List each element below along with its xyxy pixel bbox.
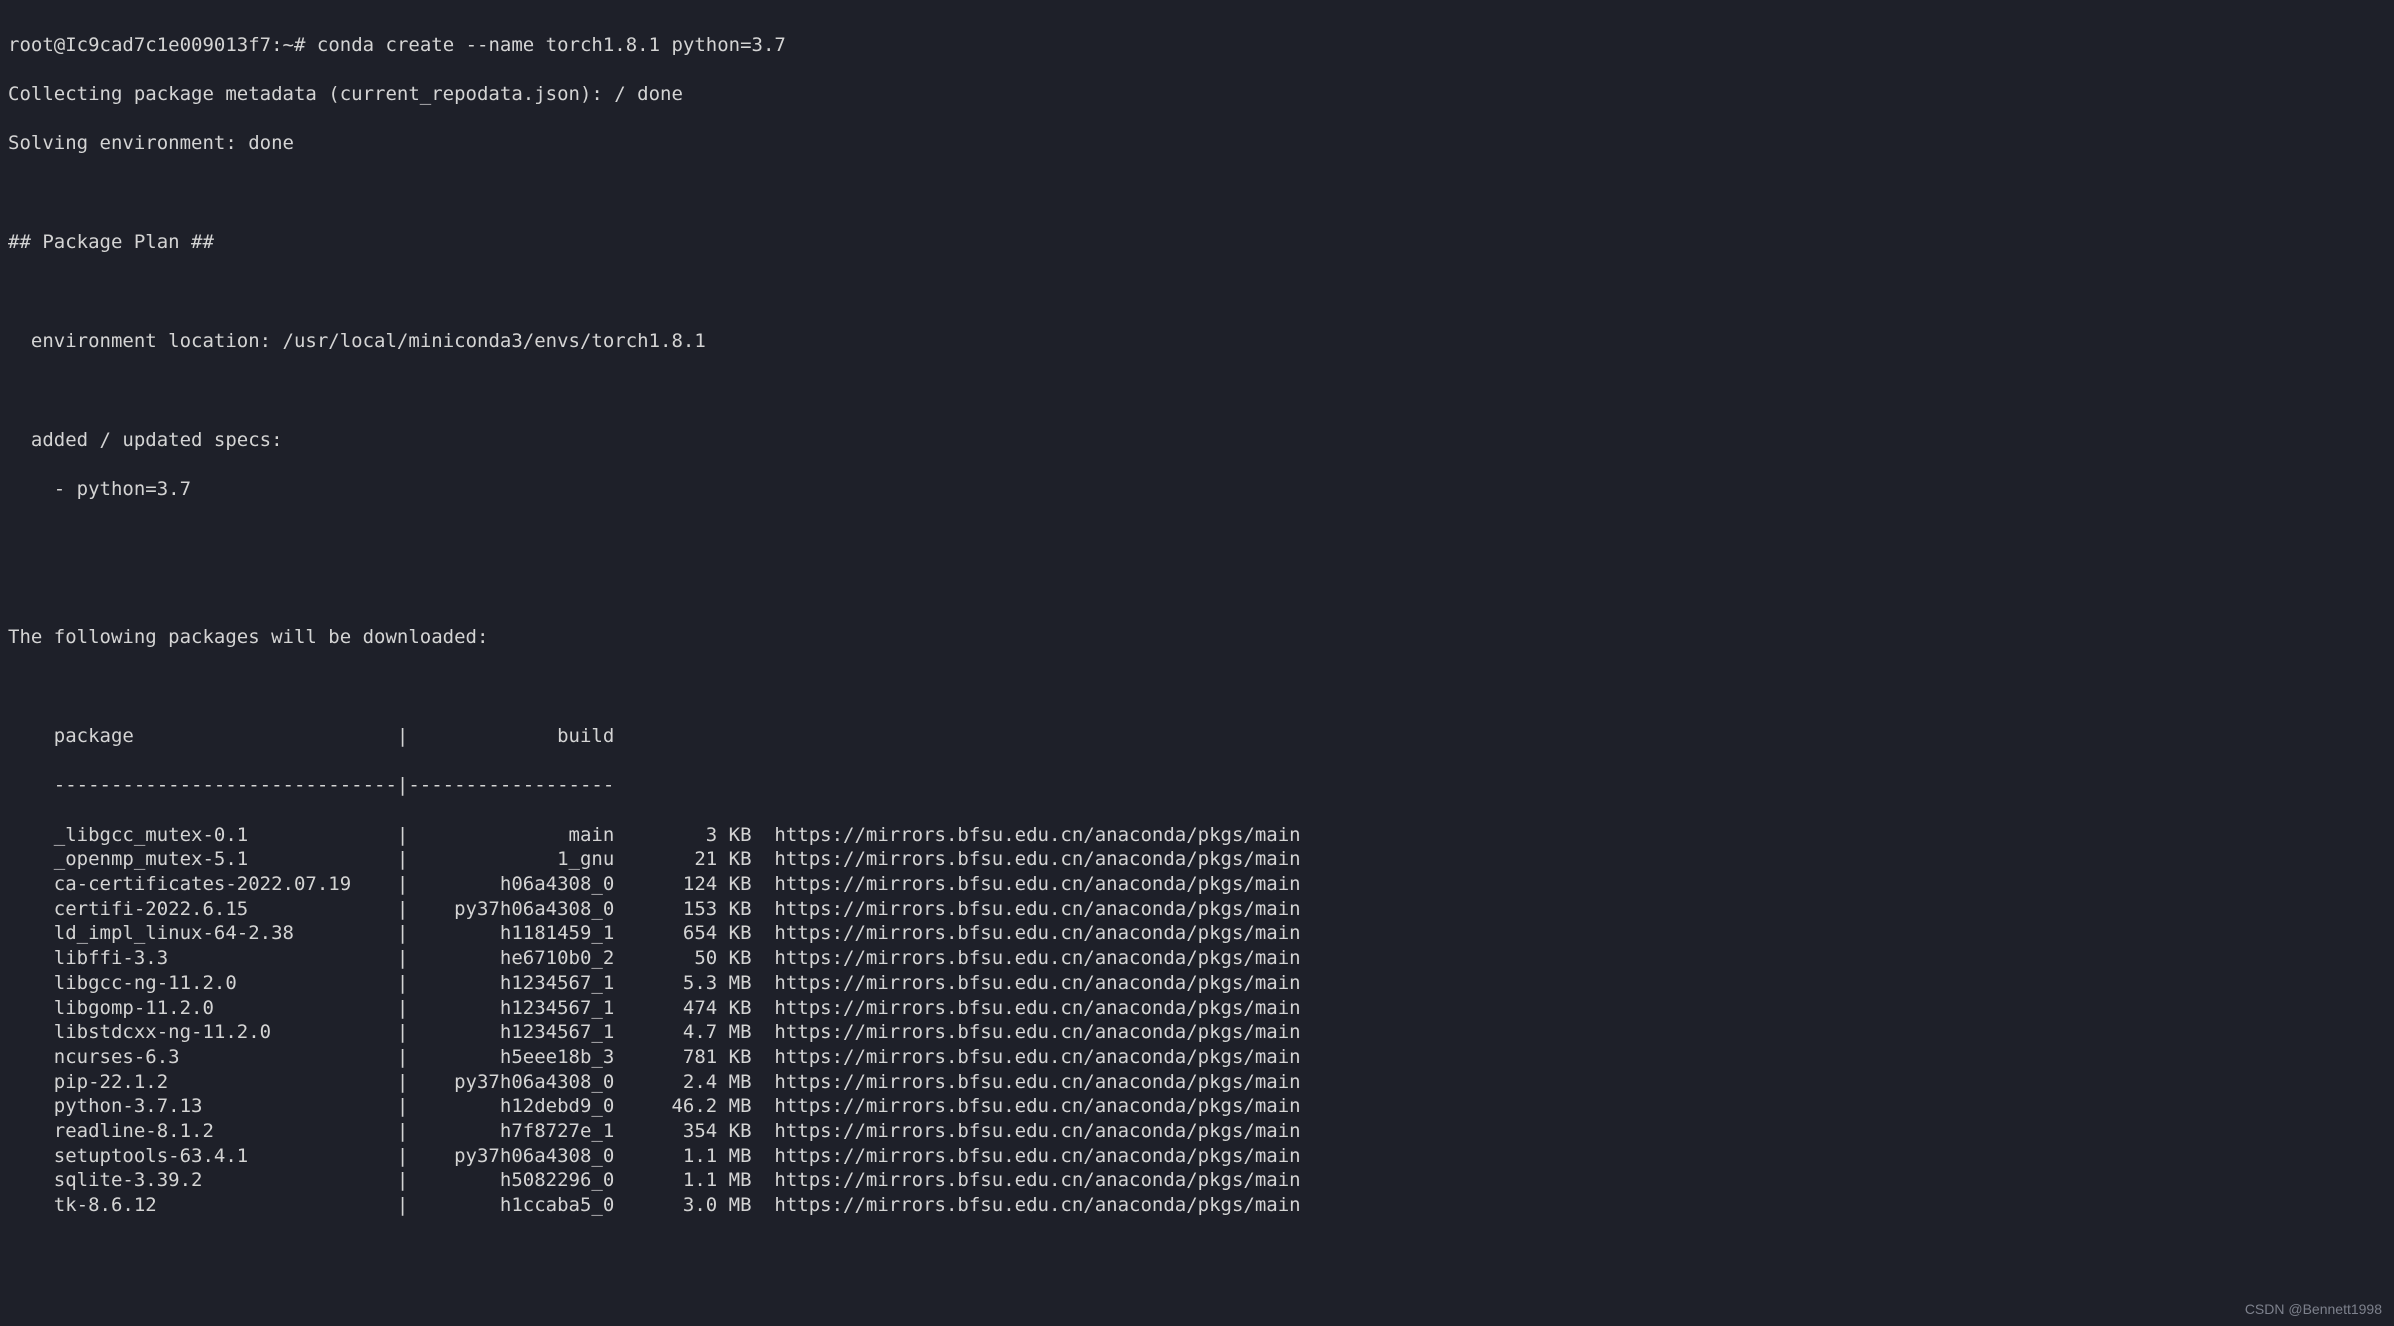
package-row: sqlite-3.39.2 | h5082296_0 1.1 MB https:… (8, 1168, 2394, 1193)
package-row: python-3.7.13 | h12debd9_0 46.2 MB https… (8, 1094, 2394, 1119)
package-row: ca-certificates-2022.07.19 | h06a4308_0 … (8, 872, 2394, 897)
solving-env-line: Solving environment: done (8, 131, 2394, 156)
package-row: setuptools-63.4.1 | py37h06a4308_0 1.1 M… (8, 1144, 2394, 1169)
collecting-metadata-line: Collecting package metadata (current_rep… (8, 82, 2394, 107)
blank-line (8, 378, 2394, 403)
table-separator-row: ------------------------------|---------… (8, 773, 2394, 798)
package-row: libffi-3.3 | he6710b0_2 50 KB https://mi… (8, 946, 2394, 971)
blank-line (8, 675, 2394, 700)
prompt-line: root@Ic9cad7c1e009013f7:~# conda create … (8, 33, 2394, 58)
package-row: libgcc-ng-11.2.0 | h1234567_1 5.3 MB htt… (8, 971, 2394, 996)
package-plan-header: ## Package Plan ## (8, 230, 2394, 255)
terminal-output: root@Ic9cad7c1e009013f7:~# conda create … (0, 8, 2394, 1242)
specs-item: - python=3.7 (8, 477, 2394, 502)
package-row: readline-8.1.2 | h7f8727e_1 354 KB https… (8, 1119, 2394, 1144)
blank-line (8, 280, 2394, 305)
shell-prompt: root@Ic9cad7c1e009013f7:~# (8, 34, 305, 56)
package-row: ncurses-6.3 | h5eee18b_3 781 KB https://… (8, 1045, 2394, 1070)
package-row: libgomp-11.2.0 | h1234567_1 474 KB https… (8, 996, 2394, 1021)
package-row: pip-22.1.2 | py37h06a4308_0 2.4 MB https… (8, 1070, 2394, 1095)
blank-line (8, 526, 2394, 551)
env-location-path: /usr/local/miniconda3/envs/torch1.8.1 (283, 330, 706, 352)
env-location-line: environment location: /usr/local/minicon… (8, 329, 2394, 354)
package-row: ld_impl_linux-64-2.38 | h1181459_1 654 K… (8, 921, 2394, 946)
download-header: The following packages will be downloade… (8, 625, 2394, 650)
command-text: conda create --name torch1.8.1 python=3.… (317, 34, 786, 56)
package-row: libstdcxx-ng-11.2.0 | h1234567_1 4.7 MB … (8, 1020, 2394, 1045)
package-row: _libgcc_mutex-0.1 | main 3 KB https://mi… (8, 823, 2394, 848)
specs-header: added / updated specs: (8, 428, 2394, 453)
package-row: _openmp_mutex-5.1 | 1_gnu 21 KB https://… (8, 847, 2394, 872)
package-row: tk-8.6.12 | h1ccaba5_0 3.0 MB https://mi… (8, 1193, 2394, 1218)
package-row: certifi-2022.6.15 | py37h06a4308_0 153 K… (8, 897, 2394, 922)
blank-line (8, 181, 2394, 206)
watermark-text: CSDN @Bennett1998 (2245, 1300, 2382, 1318)
table-header-row: package | build (8, 724, 2394, 749)
blank-line (8, 576, 2394, 601)
